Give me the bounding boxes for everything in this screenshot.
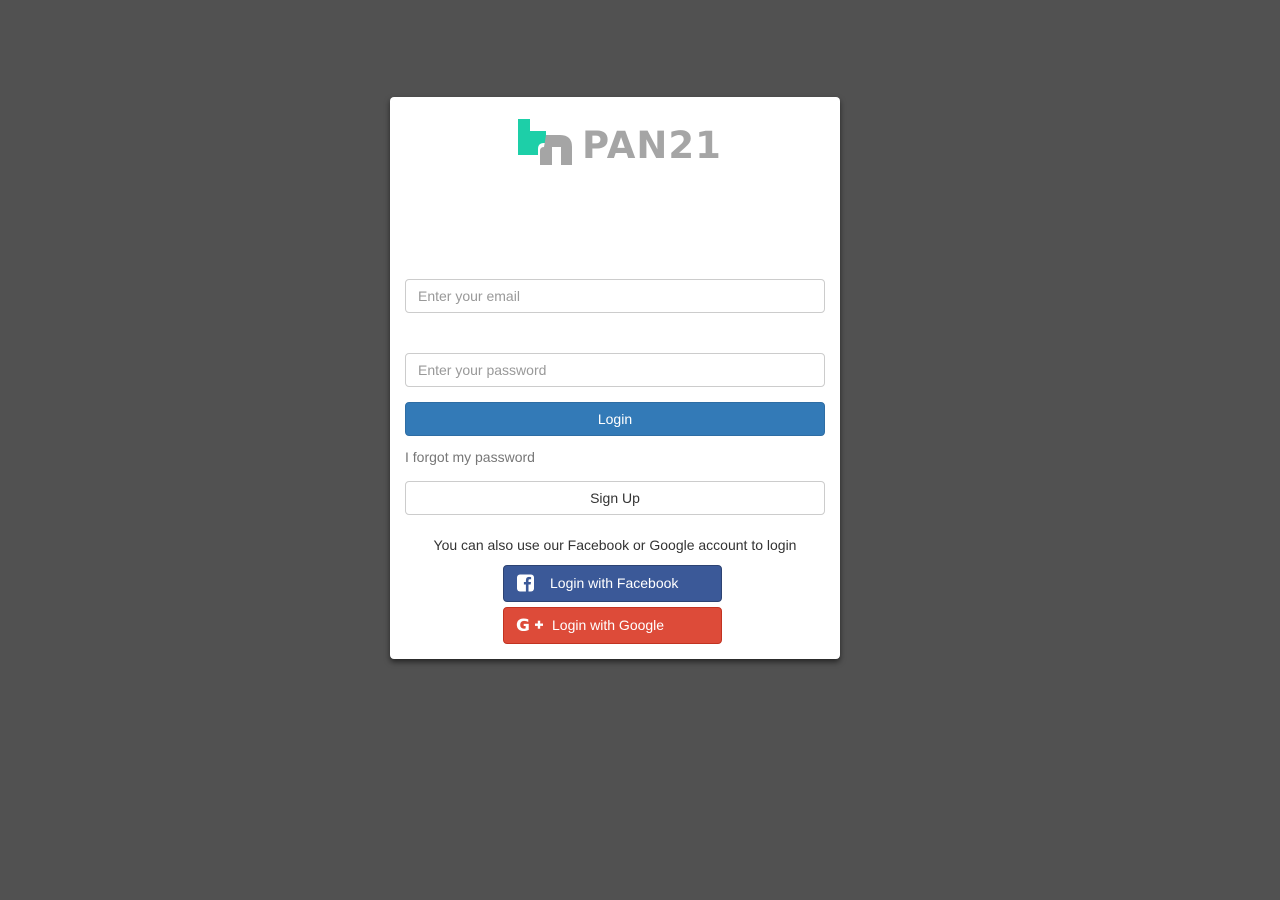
svg-text:G: G: [516, 616, 530, 634]
login-button[interactable]: Login: [405, 402, 825, 436]
login-with-google-button[interactable]: G Login with Google: [503, 607, 722, 644]
google-button-label: Login with Google: [552, 617, 665, 633]
google-plus-icon: G: [516, 616, 543, 634]
pan21-logo-mark-icon: [518, 119, 572, 165]
facebook-button-label: Login with Facebook: [550, 575, 679, 591]
login-with-facebook-button[interactable]: Login with Facebook: [503, 565, 722, 602]
social-login-note: You can also use our Facebook or Google …: [433, 537, 797, 553]
pan21-logo: PAN21: [516, 117, 722, 167]
email-input[interactable]: [405, 279, 825, 313]
login-card: PAN21 Login I forgot my password Sign Up…: [390, 97, 840, 659]
facebook-square-icon: [517, 574, 534, 592]
signup-button[interactable]: Sign Up: [405, 481, 825, 515]
forgot-password-link[interactable]: I forgot my password: [405, 448, 535, 466]
password-input[interactable]: [405, 353, 825, 387]
logo-wordmark: PAN21: [582, 124, 722, 167]
